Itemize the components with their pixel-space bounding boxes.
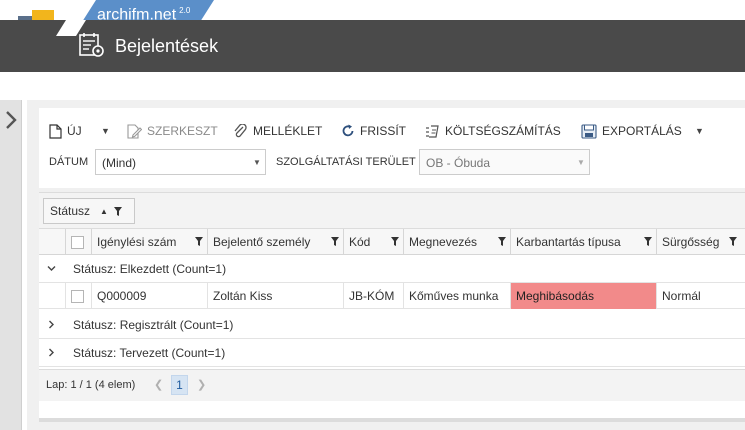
column-label: Karbantartás típusa — [516, 235, 621, 249]
column-header-code[interactable]: Kód — [343, 229, 403, 255]
attachment-button-label: MELLÉKLET — [253, 124, 323, 138]
group-row[interactable]: Státusz: Tervezett (Count=1) — [39, 339, 745, 367]
group-chip-label: Státusz — [50, 204, 91, 218]
cell-reporter: Zoltán Kiss — [207, 283, 343, 309]
filter-icon[interactable] — [729, 237, 737, 246]
main-panel: ÚJ ▼ SZERKESZT MELLÉKLET FRISSÍT KÖLTSÉG… — [27, 100, 745, 430]
column-label: Sürgősség — [662, 235, 720, 249]
export-button-label: EXPORTÁLÁS — [602, 124, 682, 138]
row-checkbox[interactable] — [71, 289, 84, 303]
refresh-button[interactable]: FRISSÍT — [341, 122, 406, 140]
calculator-icon — [426, 124, 439, 138]
next-page-button[interactable]: ❯ — [197, 378, 206, 391]
chevron-down-icon: ▼ — [695, 126, 704, 136]
group-row-label: Státusz: Tervezett (Count=1) — [73, 346, 226, 360]
filter-icon[interactable] — [113, 206, 122, 216]
brand-version: 2.0 — [179, 6, 191, 15]
service-area-value: OB - Óbuda — [426, 156, 491, 170]
header-select-all[interactable] — [65, 229, 91, 255]
cell-code: JB-KÓM — [343, 283, 403, 309]
group-row-label: Státusz: Regisztrált (Count=1) — [73, 318, 234, 332]
group-row[interactable]: Státusz: Regisztrált (Count=1) — [39, 311, 745, 339]
expand-icon[interactable] — [47, 320, 56, 329]
horizontal-scrollbar[interactable] — [39, 418, 745, 422]
costing-button[interactable]: KÖLTSÉGSZÁMÍTÁS — [425, 122, 561, 140]
service-area-select[interactable]: OB - Óbuda ▼ — [419, 149, 590, 175]
expand-icon[interactable] — [47, 348, 56, 357]
refresh-icon — [342, 124, 354, 137]
filter-icon[interactable] — [391, 237, 399, 246]
page-button-current[interactable]: 1 — [171, 375, 188, 395]
column-header-urgency[interactable]: Sürgősség — [656, 229, 745, 255]
paperclip-icon — [234, 123, 247, 137]
app-root: archifm.net 2.0 Bejelentések ÚJ ▼ SZERKE… — [0, 0, 745, 430]
group-row-label: Státusz: Elkezdett (Count=1) — [73, 262, 227, 276]
chevron-down-icon: ▼ — [101, 126, 110, 136]
sidebar[interactable] — [0, 100, 22, 430]
costing-button-label: KÖLTSÉGSZÁMÍTÁS — [445, 124, 561, 138]
table-row[interactable]: Q000009 Zoltán Kiss JB-KÓM Kőműves munka… — [39, 283, 745, 309]
column-label: Igénylési szám — [97, 235, 177, 249]
row-select-cell[interactable] — [65, 283, 91, 309]
page-title: Bejelentések — [115, 36, 219, 56]
column-header-request-number[interactable]: Igénylési szám — [91, 229, 207, 255]
date-filter-select[interactable]: (Mind) ▼ — [95, 149, 266, 175]
group-row[interactable]: Státusz: Elkezdett (Count=1) — [39, 255, 745, 283]
export-button[interactable]: EXPORTÁLÁS — [581, 122, 682, 140]
group-chip-status[interactable]: Státusz ▲ — [43, 198, 135, 224]
column-header-name[interactable]: Megnevezés — [403, 229, 510, 255]
filter-icon[interactable] — [195, 237, 203, 246]
report-settings-icon — [78, 31, 106, 59]
toolbar-area: ÚJ ▼ SZERKESZT MELLÉKLET FRISSÍT KÖLTSÉG… — [39, 108, 745, 188]
new-dropdown-button[interactable]: ▼ — [101, 122, 110, 140]
column-header-reporter[interactable]: Bejelentő személy — [207, 229, 343, 255]
select-all-checkbox[interactable] — [71, 235, 84, 249]
sidebar-toggle-icon[interactable] — [5, 110, 17, 130]
requests-grid: Státusz ▲ Igénylési szám Bejelentő szemé… — [39, 192, 745, 422]
prev-page-button[interactable]: ❮ — [154, 378, 163, 391]
column-label: Bejelentő személy — [213, 235, 311, 249]
column-header-maintenance-type[interactable]: Karbantartás típusa — [510, 229, 656, 255]
refresh-button-label: FRISSÍT — [360, 124, 407, 138]
filter-icon[interactable] — [331, 237, 339, 246]
title-bar — [0, 20, 745, 72]
chevron-down-icon: ▼ — [577, 157, 585, 167]
date-filter-value: (Mind) — [102, 156, 137, 170]
cell-request-number: Q000009 — [91, 283, 207, 309]
pager: Lap: 1 / 1 (4 elem) ❮ 1 ❯ — [39, 369, 745, 401]
filter-icon[interactable] — [498, 237, 506, 246]
sort-icon[interactable]: ▲ — [100, 207, 108, 216]
grid-header: Igénylési szám Bejelentő személy Kód Meg… — [39, 229, 745, 255]
filter-icon[interactable] — [644, 237, 652, 246]
new-button[interactable]: ÚJ — [49, 122, 82, 140]
export-icon — [581, 123, 597, 139]
attachment-button[interactable]: MELLÉKLET — [233, 122, 322, 140]
edit-button-label: SZERKESZT — [147, 124, 218, 138]
pager-info: Lap: 1 / 1 (4 elem) — [46, 379, 136, 391]
column-label: Megnevezés — [409, 235, 478, 249]
cell-name: Kőműves munka — [403, 283, 510, 309]
cell-urgency: Normál — [656, 283, 745, 309]
edit-icon — [127, 123, 142, 139]
new-document-icon — [49, 123, 62, 139]
group-panel: Státusz ▲ — [39, 193, 745, 229]
service-area-label: SZOLGÁLTATÁSI TERÜLET — [276, 156, 416, 168]
header-spacer — [39, 229, 65, 255]
cell-maintenance-type: Meghibásodás — [510, 283, 656, 309]
column-label: Kód — [349, 235, 371, 249]
export-dropdown-button[interactable]: ▼ — [695, 122, 704, 140]
new-button-label: ÚJ — [67, 124, 82, 138]
chevron-down-icon: ▼ — [253, 157, 261, 167]
edit-button[interactable]: SZERKESZT — [127, 122, 218, 140]
collapse-icon[interactable] — [47, 264, 56, 273]
date-filter-label: DÁTUM — [49, 156, 89, 168]
